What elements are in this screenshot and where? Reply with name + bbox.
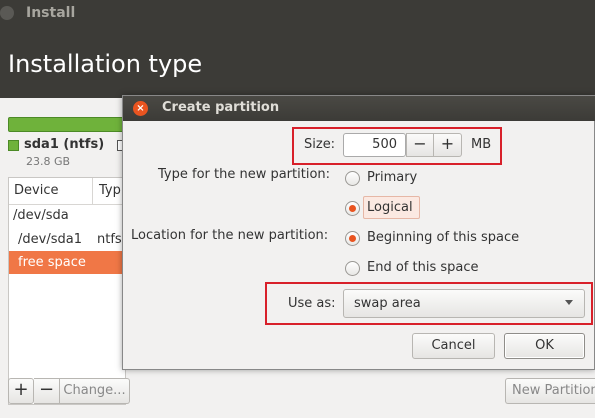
column-header-device[interactable]: Device <box>14 183 58 198</box>
logical-radio-label[interactable]: Logical <box>367 200 413 215</box>
table-row-label[interactable]: free space <box>18 255 86 270</box>
table-row[interactable]: /dev/sda1 <box>18 232 82 247</box>
partition-type-label: Type for the new partition: <box>158 167 331 182</box>
logical-radio[interactable] <box>345 201 360 216</box>
primary-radio-label[interactable]: Primary <box>367 170 417 185</box>
window-title: Install <box>26 5 76 21</box>
page-title: Installation type <box>8 50 203 78</box>
disk-usage-bar <box>8 117 124 132</box>
partition-location-label: Location for the new partition: <box>131 228 329 243</box>
end-radio[interactable] <box>345 261 360 276</box>
remove-partition-button[interactable]: − <box>34 378 60 404</box>
add-partition-button[interactable]: + <box>8 378 34 404</box>
size-highlight-box <box>292 127 502 165</box>
partition-size: 23.8 GB <box>26 155 71 168</box>
beginning-radio[interactable] <box>345 231 360 246</box>
table-cell-type: ntfs <box>97 232 122 247</box>
table-row[interactable]: /dev/sda <box>13 208 69 223</box>
dialog-title: Create partition <box>162 100 280 115</box>
dialog-close-icon[interactable]: × <box>133 101 148 116</box>
table-header-divider <box>9 204 126 205</box>
column-divider <box>92 178 93 204</box>
beginning-radio-label[interactable]: Beginning of this space <box>367 230 519 245</box>
window-close-icon[interactable] <box>0 6 14 20</box>
use-as-highlight-box <box>265 282 593 325</box>
ok-button[interactable]: OK <box>504 333 585 359</box>
window-titlebar <box>0 0 595 28</box>
primary-radio[interactable] <box>345 171 360 186</box>
partition-color-swatch <box>8 140 19 151</box>
cancel-button[interactable]: Cancel <box>412 333 495 359</box>
new-partition-table-button[interactable]: New Partition <box>505 378 595 404</box>
end-radio-label[interactable]: End of this space <box>367 260 479 275</box>
column-header-type[interactable]: Typ <box>99 183 121 198</box>
partition-name: sda1 (ntfs) <box>24 137 105 152</box>
change-partition-button[interactable]: Change... <box>60 378 130 404</box>
